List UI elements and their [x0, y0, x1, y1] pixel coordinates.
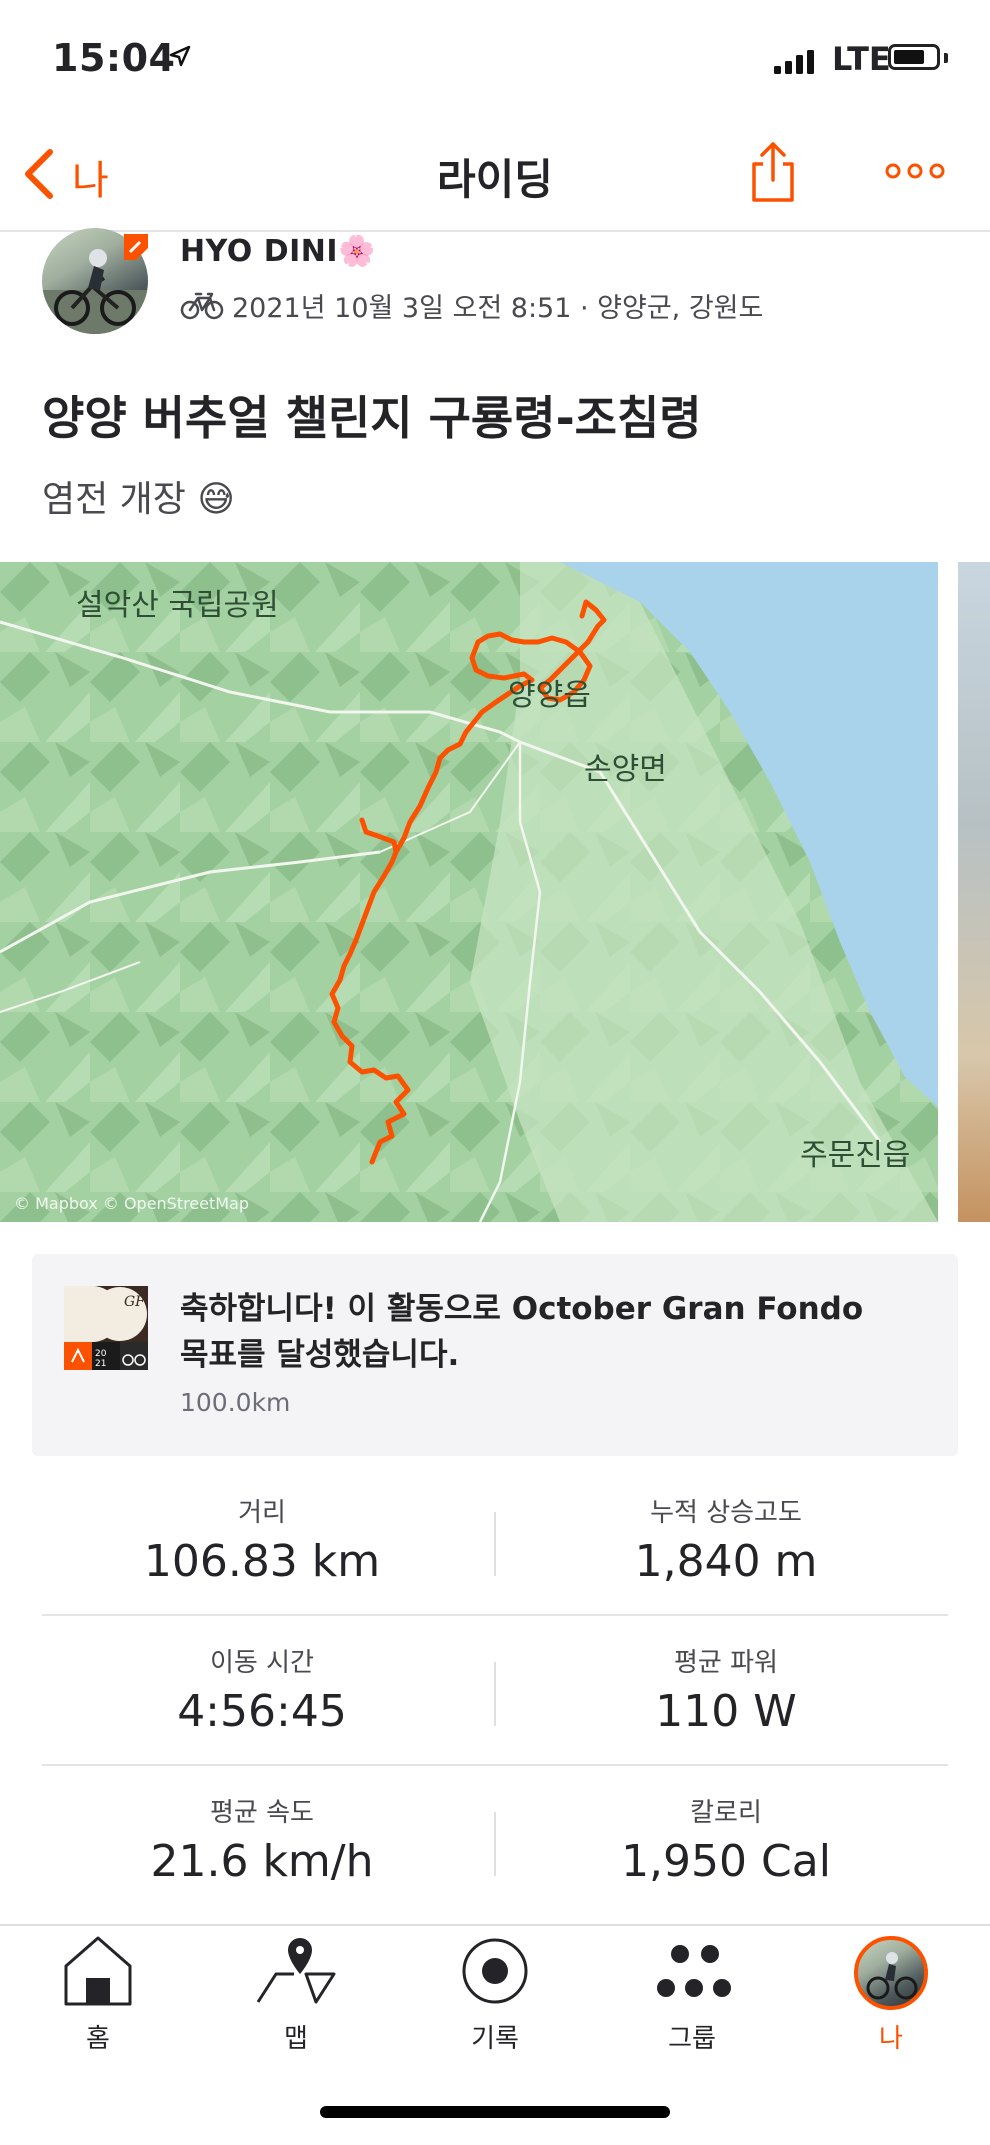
home-indicator[interactable] — [320, 2106, 670, 2118]
stat-row-divider — [42, 1764, 948, 1766]
groups-icon[interactable] — [656, 1944, 732, 2000]
stat-label-moving-time: 이동 시간 — [210, 1648, 314, 1678]
tab-label-you[interactable]: 나 — [811, 2018, 971, 2055]
athlete-name[interactable]: HYO DINI🌸 — [180, 234, 376, 269]
stat-label-distance: 거리 — [238, 1498, 286, 1528]
activity-description: 염전 개장 😅 — [42, 470, 235, 522]
more-options-icon[interactable] — [884, 162, 946, 180]
page-title: 라이딩 — [437, 155, 553, 204]
stat-value-distance: 106.83 km — [143, 1536, 381, 1587]
bicycle-icon — [180, 292, 224, 320]
activity-photo-thumbnail[interactable] — [958, 562, 990, 1222]
stat-value-elevation: 1,840 m — [634, 1536, 818, 1587]
activity-title: 양양 버추얼 챌린지 구룡령-조침령 — [42, 391, 702, 445]
gran-fondo-badge-icon: GF 20 21 — [64, 1286, 148, 1370]
activity-meta: 2021년 10월 3일 오전 8:51 · 양양군, 강원도 — [232, 293, 764, 324]
stat-divider — [494, 1512, 496, 1576]
cellular-signal-icon — [774, 50, 814, 74]
tab-label-groups[interactable]: 그룹 — [612, 2018, 772, 2055]
achievement-goal: 100.0km — [180, 1388, 291, 1417]
home-icon[interactable] — [62, 1934, 134, 2008]
battery-icon — [888, 44, 940, 70]
tab-label-maps[interactable]: 맵 — [216, 2018, 376, 2055]
map-label-park: 설악산 국립공원 — [76, 588, 279, 623]
map-label-south: 주문진읍 — [800, 1138, 911, 1173]
stat-divider — [494, 1662, 496, 1726]
sweat-smile-emoji: 😅 — [197, 479, 235, 520]
profile-avatar-photo — [866, 1952, 918, 2000]
stat-value-moving-time: 4:56:45 — [177, 1686, 347, 1737]
flower-emoji: 🌸 — [338, 234, 376, 269]
stat-value-avg-speed: 21.6 km/h — [150, 1836, 374, 1887]
stat-value-avg-power: 110 W — [655, 1686, 797, 1737]
stat-row-divider — [42, 1614, 948, 1616]
athlete-name-text[interactable]: HYO DINI — [180, 234, 338, 269]
stat-divider — [494, 1812, 496, 1876]
record-icon[interactable] — [460, 1936, 530, 2006]
network-type: LTE — [832, 40, 891, 78]
svg-text:21: 21 — [95, 1359, 106, 1369]
svg-text:GF: GF — [124, 1294, 146, 1310]
map-label-district: 손양면 — [584, 752, 667, 787]
share-icon[interactable] — [748, 140, 798, 204]
subscriber-badge-icon — [124, 234, 148, 260]
achievement-message: 축하합니다! 이 활동으로 October Gran Fondo 목표를 달성했… — [180, 1291, 864, 1373]
map-icon[interactable] — [254, 1934, 338, 2008]
description-text: 염전 개장 — [42, 479, 186, 520]
stat-label-avg-power: 평균 파워 — [674, 1648, 778, 1678]
profile-avatar[interactable] — [854, 1936, 928, 2010]
stat-value-calories: 1,950 Cal — [621, 1836, 831, 1887]
stat-label-elevation: 누적 상승고도 — [650, 1498, 802, 1528]
stat-label-calories: 칼로리 — [690, 1798, 762, 1828]
battery-tip — [944, 53, 948, 63]
location-arrow-icon — [169, 45, 191, 67]
svg-text:20: 20 — [95, 1349, 107, 1359]
tab-label-record[interactable]: 기록 — [415, 2018, 575, 2055]
map-canvas — [0, 562, 938, 1222]
status-time: 15:04 — [52, 36, 176, 80]
tab-label-home[interactable]: 홈 — [18, 2018, 178, 2055]
map-label-town: 양양읍 — [508, 678, 591, 713]
map-attribution: © Mapbox © OpenStreetMap — [14, 1194, 250, 1213]
stat-label-avg-speed: 평균 속도 — [210, 1798, 314, 1828]
route-map[interactable]: 설악산 국립공원 양양읍 손양면 주문진읍 © Mapbox © OpenStr… — [0, 562, 938, 1222]
